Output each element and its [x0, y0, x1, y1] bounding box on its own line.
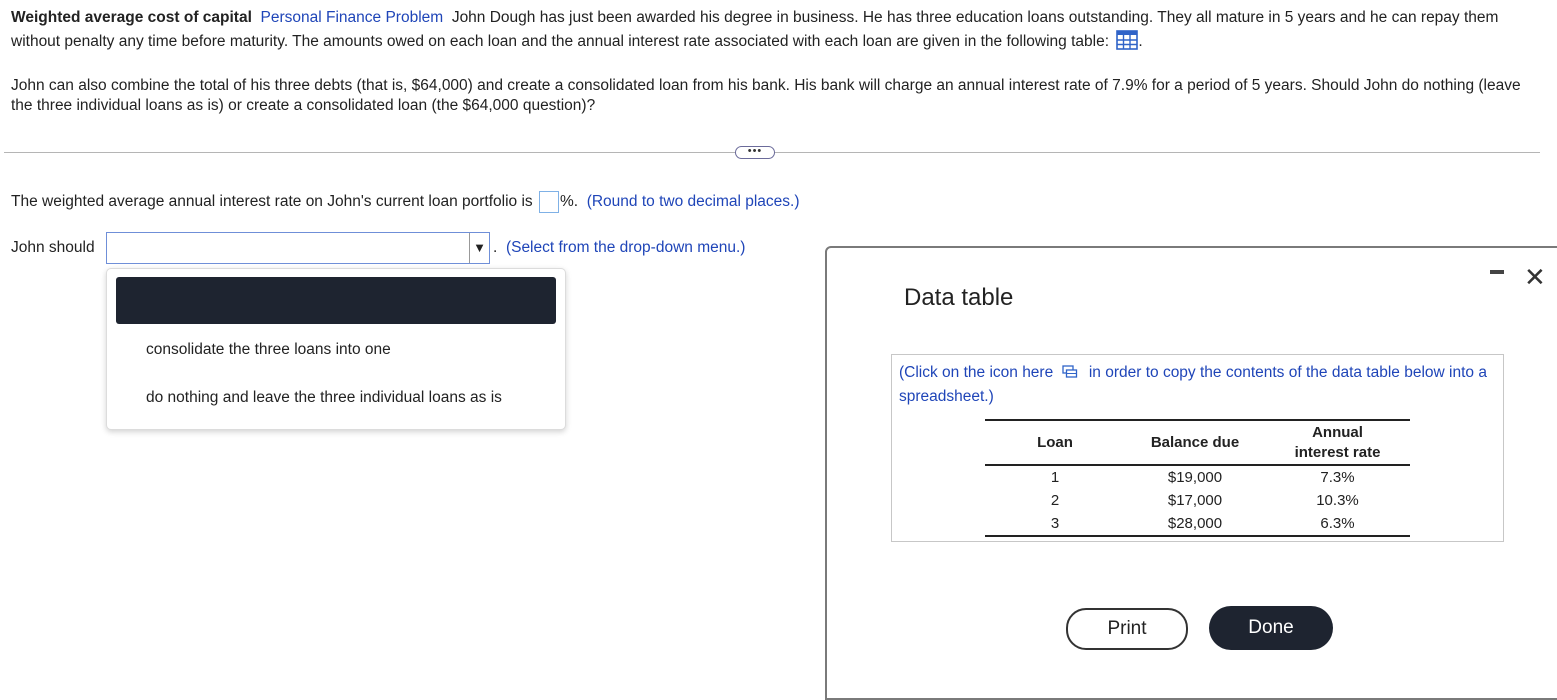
- decision-dropdown-menu: consolidate the three loans into one do …: [106, 268, 566, 430]
- col-header-balance: Balance due: [1150, 433, 1240, 451]
- answer-2-hint-row: . (Select from the drop-down menu.): [493, 236, 745, 260]
- dialog-title: Data table: [904, 284, 1014, 311]
- question-title: Weighted average cost of capital: [11, 9, 252, 26]
- expand-more-button[interactable]: •••: [735, 146, 775, 159]
- answer-2-prompt: John should: [11, 239, 95, 256]
- copy-instructions: (Click on the icon here in order to copy…: [899, 362, 1489, 408]
- answer-1-unit: %.: [559, 193, 579, 210]
- answer-1-hint: (Round to two decimal places.): [586, 193, 800, 210]
- copy-text-before: (Click on the icon here: [899, 364, 1054, 381]
- cell-balance: $19,000: [1167, 469, 1223, 486]
- answer-1-prompt: The weighted average annual interest rat…: [11, 193, 533, 210]
- question-text: Weighted average cost of capital Persona…: [11, 6, 1521, 58]
- table-row: 3 $28,000 6.3%: [985, 512, 1410, 536]
- data-table-dialog: Data table ✕ (Click on the icon here in …: [825, 246, 1557, 700]
- close-icon[interactable]: ✕: [1524, 264, 1546, 290]
- question-category: Personal Finance Problem: [260, 9, 444, 26]
- dropdown-option-consolidate[interactable]: consolidate the three loans into one: [146, 341, 391, 359]
- data-table-panel: (Click on the icon here in order to copy…: [891, 354, 1504, 542]
- answer-2-hint: (Select from the drop-down menu.): [505, 239, 746, 256]
- cell-rate: 7.3%: [1320, 469, 1355, 486]
- rate-answer-input[interactable]: [538, 190, 559, 213]
- question-paragraph-2: John can also combine the total of his t…: [11, 77, 1521, 114]
- cell-balance: $17,000: [1167, 492, 1223, 509]
- copy-to-spreadsheet-icon[interactable]: [1061, 364, 1078, 386]
- table-row: 1 $19,000 7.3%: [985, 465, 1410, 489]
- col-header-rate: Annual interest rate: [1294, 423, 1381, 461]
- dropdown-option-do-nothing[interactable]: do nothing and leave the three individua…: [146, 389, 502, 407]
- minimize-icon[interactable]: [1490, 270, 1504, 274]
- decision-select[interactable]: ▼: [106, 232, 490, 264]
- answer-row-1: The weighted average annual interest rat…: [11, 190, 800, 214]
- loan-table: Loan Balance due Annual interest rate 1 …: [985, 419, 1410, 537]
- cell-loan: 2: [1050, 492, 1060, 509]
- cell-loan: 1: [1050, 469, 1060, 486]
- answer-2-period: .: [493, 239, 498, 256]
- cell-loan: 3: [1050, 515, 1060, 532]
- done-button[interactable]: Done: [1209, 606, 1333, 650]
- cell-balance: $28,000: [1167, 515, 1223, 532]
- col-header-loan: Loan: [1037, 433, 1073, 451]
- print-button[interactable]: Print: [1066, 608, 1188, 650]
- cell-rate: 10.3%: [1316, 492, 1359, 509]
- data-table-icon[interactable]: [1116, 30, 1139, 58]
- dropdown-arrow-icon[interactable]: ▼: [469, 233, 489, 263]
- dropdown-option-blank[interactable]: [116, 277, 556, 324]
- table-header-row: Loan Balance due Annual interest rate: [985, 420, 1410, 465]
- table-row: 2 $17,000 10.3%: [985, 489, 1410, 512]
- cell-rate: 6.3%: [1320, 515, 1355, 532]
